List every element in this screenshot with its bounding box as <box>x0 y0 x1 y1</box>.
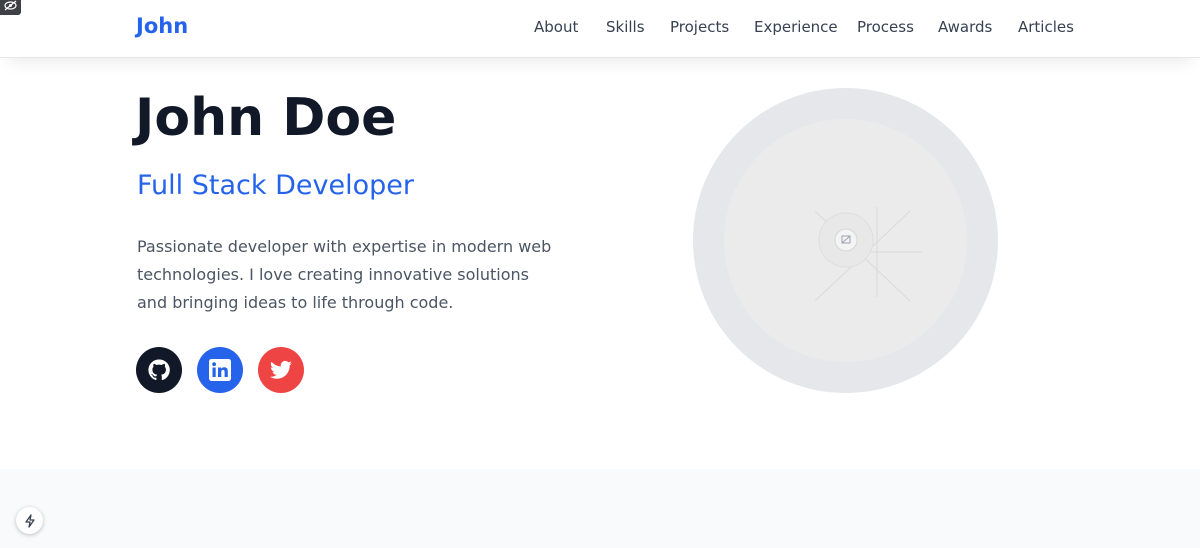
dev-toolbar-eye-icon[interactable] <box>0 0 21 15</box>
nav-about[interactable]: About <box>534 18 578 36</box>
profile-photo <box>724 119 967 362</box>
main-nav: About Skills Projects Experience Process… <box>0 18 1200 40</box>
bolt-icon[interactable] <box>16 507 43 534</box>
hero-role: Full Stack Developer <box>137 170 414 201</box>
linkedin-link[interactable] <box>197 347 243 393</box>
nav-awards[interactable]: Awards <box>938 18 992 36</box>
twitter-link[interactable] <box>258 347 304 393</box>
github-link[interactable] <box>136 347 182 393</box>
nav-projects[interactable]: Projects <box>670 18 729 36</box>
nav-experience[interactable]: Experience <box>754 18 838 36</box>
hero-name: John Doe <box>135 88 397 148</box>
nav-skills[interactable]: Skills <box>606 18 645 36</box>
nav-articles[interactable]: Articles <box>1018 18 1074 36</box>
twitter-icon <box>270 360 292 379</box>
linkedin-icon <box>209 359 231 381</box>
github-icon <box>148 359 170 381</box>
top-navbar: John About Skills Projects Experience Pr… <box>0 0 1200 58</box>
next-section <box>0 469 1200 548</box>
nav-process[interactable]: Process <box>857 18 914 36</box>
hero-description: Passionate developer with expertise in m… <box>137 237 552 312</box>
profile-photo-frame <box>693 88 998 393</box>
image-placeholder-icon <box>814 207 922 302</box>
